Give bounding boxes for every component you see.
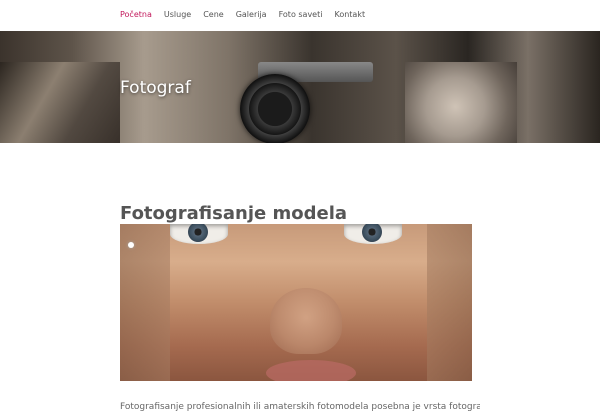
portrait-image	[120, 224, 472, 381]
site-title: Fotograf	[120, 78, 191, 98]
hero-hair-shape	[0, 62, 120, 143]
nose-shape	[270, 288, 342, 354]
right-eye	[344, 224, 402, 244]
intro-paragraph: Fotografisanje profesionalnih ili amater…	[120, 402, 480, 412]
top-navigation: Početna Usluge Cene Galerija Foto saveti…	[0, 0, 600, 31]
lips-shape	[266, 360, 356, 381]
nav-item-galerija[interactable]: Galerija	[236, 10, 267, 19]
page-heading: Fotografisanje modela	[120, 203, 348, 225]
nav-item-foto-saveti[interactable]: Foto saveti	[279, 10, 323, 19]
hero-banner: Fotograf	[0, 31, 600, 143]
camera-lens-shape	[240, 74, 310, 143]
hero-face-shape	[405, 62, 517, 143]
nav-item-kontakt[interactable]: Kontakt	[334, 10, 365, 19]
earring-highlight	[128, 242, 134, 248]
left-eye	[170, 224, 228, 244]
nav-item-usluge[interactable]: Usluge	[164, 10, 191, 19]
nav-item-pocetna[interactable]: Početna	[120, 10, 152, 19]
nav-item-cene[interactable]: Cene	[203, 10, 224, 19]
nav-menu: Početna Usluge Cene Galerija Foto saveti…	[120, 10, 377, 19]
